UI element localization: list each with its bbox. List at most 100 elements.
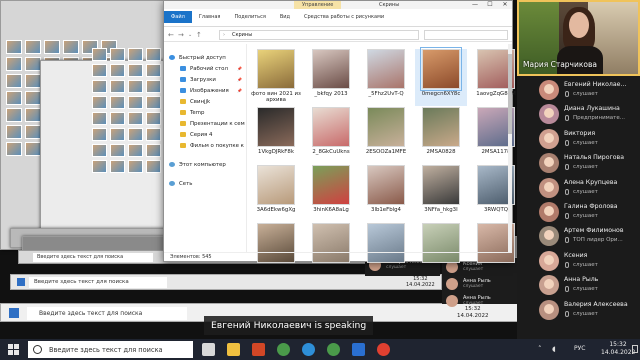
nav-item[interactable]: Этот компьютер bbox=[164, 159, 246, 170]
maximize-button[interactable]: ☐ bbox=[483, 1, 497, 9]
window-title: Скрины bbox=[379, 2, 400, 8]
nav-item-label: Быстрый доступ bbox=[179, 54, 226, 61]
item-count: Элементов: 545 bbox=[170, 254, 212, 260]
forward-icon[interactable]: → bbox=[178, 30, 184, 40]
speaking-caption: Евгений Николаевич is speaking bbox=[204, 316, 374, 335]
status-bar: Элементов: 545 bbox=[164, 252, 512, 261]
file-explorer-window[interactable]: Управление Скрины — ☐ ✕ Файл Главная Под… bbox=[163, 0, 516, 263]
nav-item[interactable]: Загрузки 📌 bbox=[164, 74, 246, 85]
caption-speaker-name: Евгений Николаевич bbox=[211, 320, 312, 331]
image-thumbnail bbox=[257, 165, 295, 205]
participant-name: Артем Филимонов bbox=[564, 227, 624, 235]
participant-row[interactable]: Диана Лукашина Предпринимате... bbox=[517, 102, 640, 126]
file-tile[interactable]: 3A6dEkw6gXg bbox=[250, 165, 302, 222]
powerpoint-icon[interactable] bbox=[252, 343, 265, 356]
participant-name: Наталья Пирогова bbox=[564, 154, 624, 162]
file-tile[interactable]: _5Fhz2UvT-Q bbox=[360, 49, 412, 106]
tab-file[interactable]: Файл bbox=[164, 11, 192, 23]
nav-item-label: Изображения bbox=[190, 87, 229, 94]
tab-view[interactable]: Вид bbox=[273, 11, 297, 23]
vertical-scrollbar[interactable] bbox=[508, 44, 512, 252]
participant-status: слушает bbox=[573, 91, 598, 97]
chrome-icon[interactable] bbox=[327, 343, 340, 356]
navigation-pane: Быстрый доступ Рабочий стол 📌 Загрузки 📌 Изоб… bbox=[164, 44, 247, 252]
file-name: 3A6dEkw6gXg bbox=[256, 207, 296, 213]
file-tile[interactable]: 2ESOOZa1MFE bbox=[360, 107, 412, 164]
meeting-app-icon[interactable] bbox=[352, 343, 365, 356]
nav-item-label: Сеть bbox=[179, 180, 193, 187]
language-indicator[interactable]: РУС bbox=[574, 345, 585, 352]
file-name: _5Fhz2UvT-Q bbox=[368, 91, 404, 97]
tab-picture-tools[interactable]: Средства работы с рисунками bbox=[297, 11, 391, 23]
edge-icon[interactable] bbox=[302, 343, 315, 356]
nav-item[interactable]: Быстрый доступ bbox=[164, 52, 246, 63]
system-tray: ˄ ◖ РУС 15:32 14.04.2022 bbox=[524, 339, 640, 360]
participant-row[interactable]: Наталья Пирогова слушает bbox=[517, 151, 640, 175]
address-field[interactable]: › Скрины bbox=[219, 30, 419, 40]
minimize-button[interactable]: — bbox=[468, 1, 482, 9]
nav-item-label: Фильм о покупке к bbox=[190, 142, 244, 149]
pin-icon: 📌 bbox=[237, 66, 242, 71]
search-input[interactable] bbox=[424, 30, 508, 40]
file-tile[interactable]: 3hinK6A8aLg bbox=[305, 165, 357, 222]
active-speaker-video[interactable]: Мария Старчикова bbox=[517, 0, 640, 76]
microphone-icon bbox=[565, 261, 569, 268]
avatar bbox=[539, 299, 559, 320]
participant-row[interactable]: Ксения слушает bbox=[517, 249, 640, 273]
nav-item[interactable]: Серия 4 bbox=[164, 129, 246, 140]
nav-item[interactable]: Изображения 📌 bbox=[164, 85, 246, 96]
tab-share[interactable]: Поделиться bbox=[227, 11, 272, 23]
file-tile[interactable]: 0megcn6XY8c bbox=[415, 47, 467, 106]
folder-icon bbox=[180, 143, 186, 148]
task-view-icon[interactable] bbox=[202, 343, 215, 356]
file-tile[interactable]: фото вин 2021 из архива bbox=[250, 49, 302, 106]
chrome-icon[interactable] bbox=[277, 343, 290, 356]
pin-icon: 📌 bbox=[237, 77, 242, 82]
file-tile[interactable]: 3RWQTQ bbox=[470, 165, 522, 222]
nav-item[interactable]: Сеть bbox=[164, 178, 246, 189]
file-tile[interactable]: 2MSA0828 bbox=[415, 107, 467, 164]
close-button[interactable]: ✕ bbox=[498, 1, 512, 9]
nav-item[interactable]: Презентации к сем bbox=[164, 118, 246, 129]
context-tab-manage[interactable]: Управление bbox=[294, 1, 342, 9]
windows-start-icon[interactable] bbox=[8, 344, 19, 355]
file-tile[interactable]: 2MSA1178 bbox=[470, 107, 522, 164]
star-icon bbox=[169, 55, 175, 60]
nav-item-label: Свинjjk bbox=[190, 98, 211, 105]
participant-status: слушает bbox=[573, 261, 598, 268]
explorer-icon[interactable] bbox=[227, 343, 240, 356]
participant-row[interactable]: Анна Рыль слушает bbox=[517, 273, 640, 297]
file-name: 3RWQTQ bbox=[483, 207, 509, 213]
file-tile[interactable]: 2_8GkCuUkns bbox=[305, 107, 357, 164]
participant-row[interactable]: Алена Крупцева слушает bbox=[517, 176, 640, 200]
volume-icon[interactable]: ◖ bbox=[552, 345, 556, 353]
chevron-up-icon[interactable]: ˄ bbox=[538, 345, 542, 353]
up-icon[interactable]: ↑ bbox=[196, 30, 202, 40]
participant-row[interactable]: Евгений Николае... слушает bbox=[517, 78, 640, 102]
notification-icon[interactable] bbox=[632, 345, 638, 353]
participant-row[interactable]: Виктория слушает bbox=[517, 127, 640, 151]
folder-icon bbox=[180, 132, 186, 137]
participant-status: слушает bbox=[573, 139, 598, 146]
nav-item[interactable]: Фильм о покупке к bbox=[164, 140, 246, 151]
recent-dropdown-icon[interactable]: ⌄ bbox=[188, 30, 192, 40]
file-tile[interactable]: 1VkgDJRkF8k bbox=[250, 107, 302, 164]
taskbar-search-box[interactable]: Введите здесь текст для поиска bbox=[28, 341, 193, 358]
tab-home[interactable]: Главная bbox=[192, 11, 228, 23]
file-tile[interactable]: 3lb1eFblg4 bbox=[360, 165, 412, 222]
nav-item[interactable]: Temp bbox=[164, 107, 246, 118]
participant-row[interactable]: Валерия Алексеева слушает bbox=[517, 298, 640, 322]
file-tile[interactable]: 1aovgZqG8qM bbox=[470, 49, 522, 106]
nav-item[interactable]: Свинjjk bbox=[164, 96, 246, 107]
file-name: фото вин 2021 из архива bbox=[251, 91, 301, 104]
back-icon[interactable]: ← bbox=[168, 30, 174, 40]
nav-item[interactable]: Рабочий стол 📌 bbox=[164, 63, 246, 74]
yandex-icon[interactable] bbox=[377, 343, 390, 356]
file-tile[interactable]: 3NFfa_hkg3I bbox=[415, 165, 467, 222]
file-tile[interactable]: _bkfqy 2013 bbox=[305, 49, 357, 106]
participant-row[interactable]: Галина Фролова слушает bbox=[517, 200, 640, 224]
address-text: Скрины bbox=[232, 32, 253, 38]
participant-row[interactable]: Артем Филимонов ТОП лидер Ори... bbox=[517, 224, 640, 248]
clock[interactable]: 15:32 14.04.2022 bbox=[601, 341, 635, 357]
mirror-participant-status: слушает bbox=[463, 283, 484, 289]
